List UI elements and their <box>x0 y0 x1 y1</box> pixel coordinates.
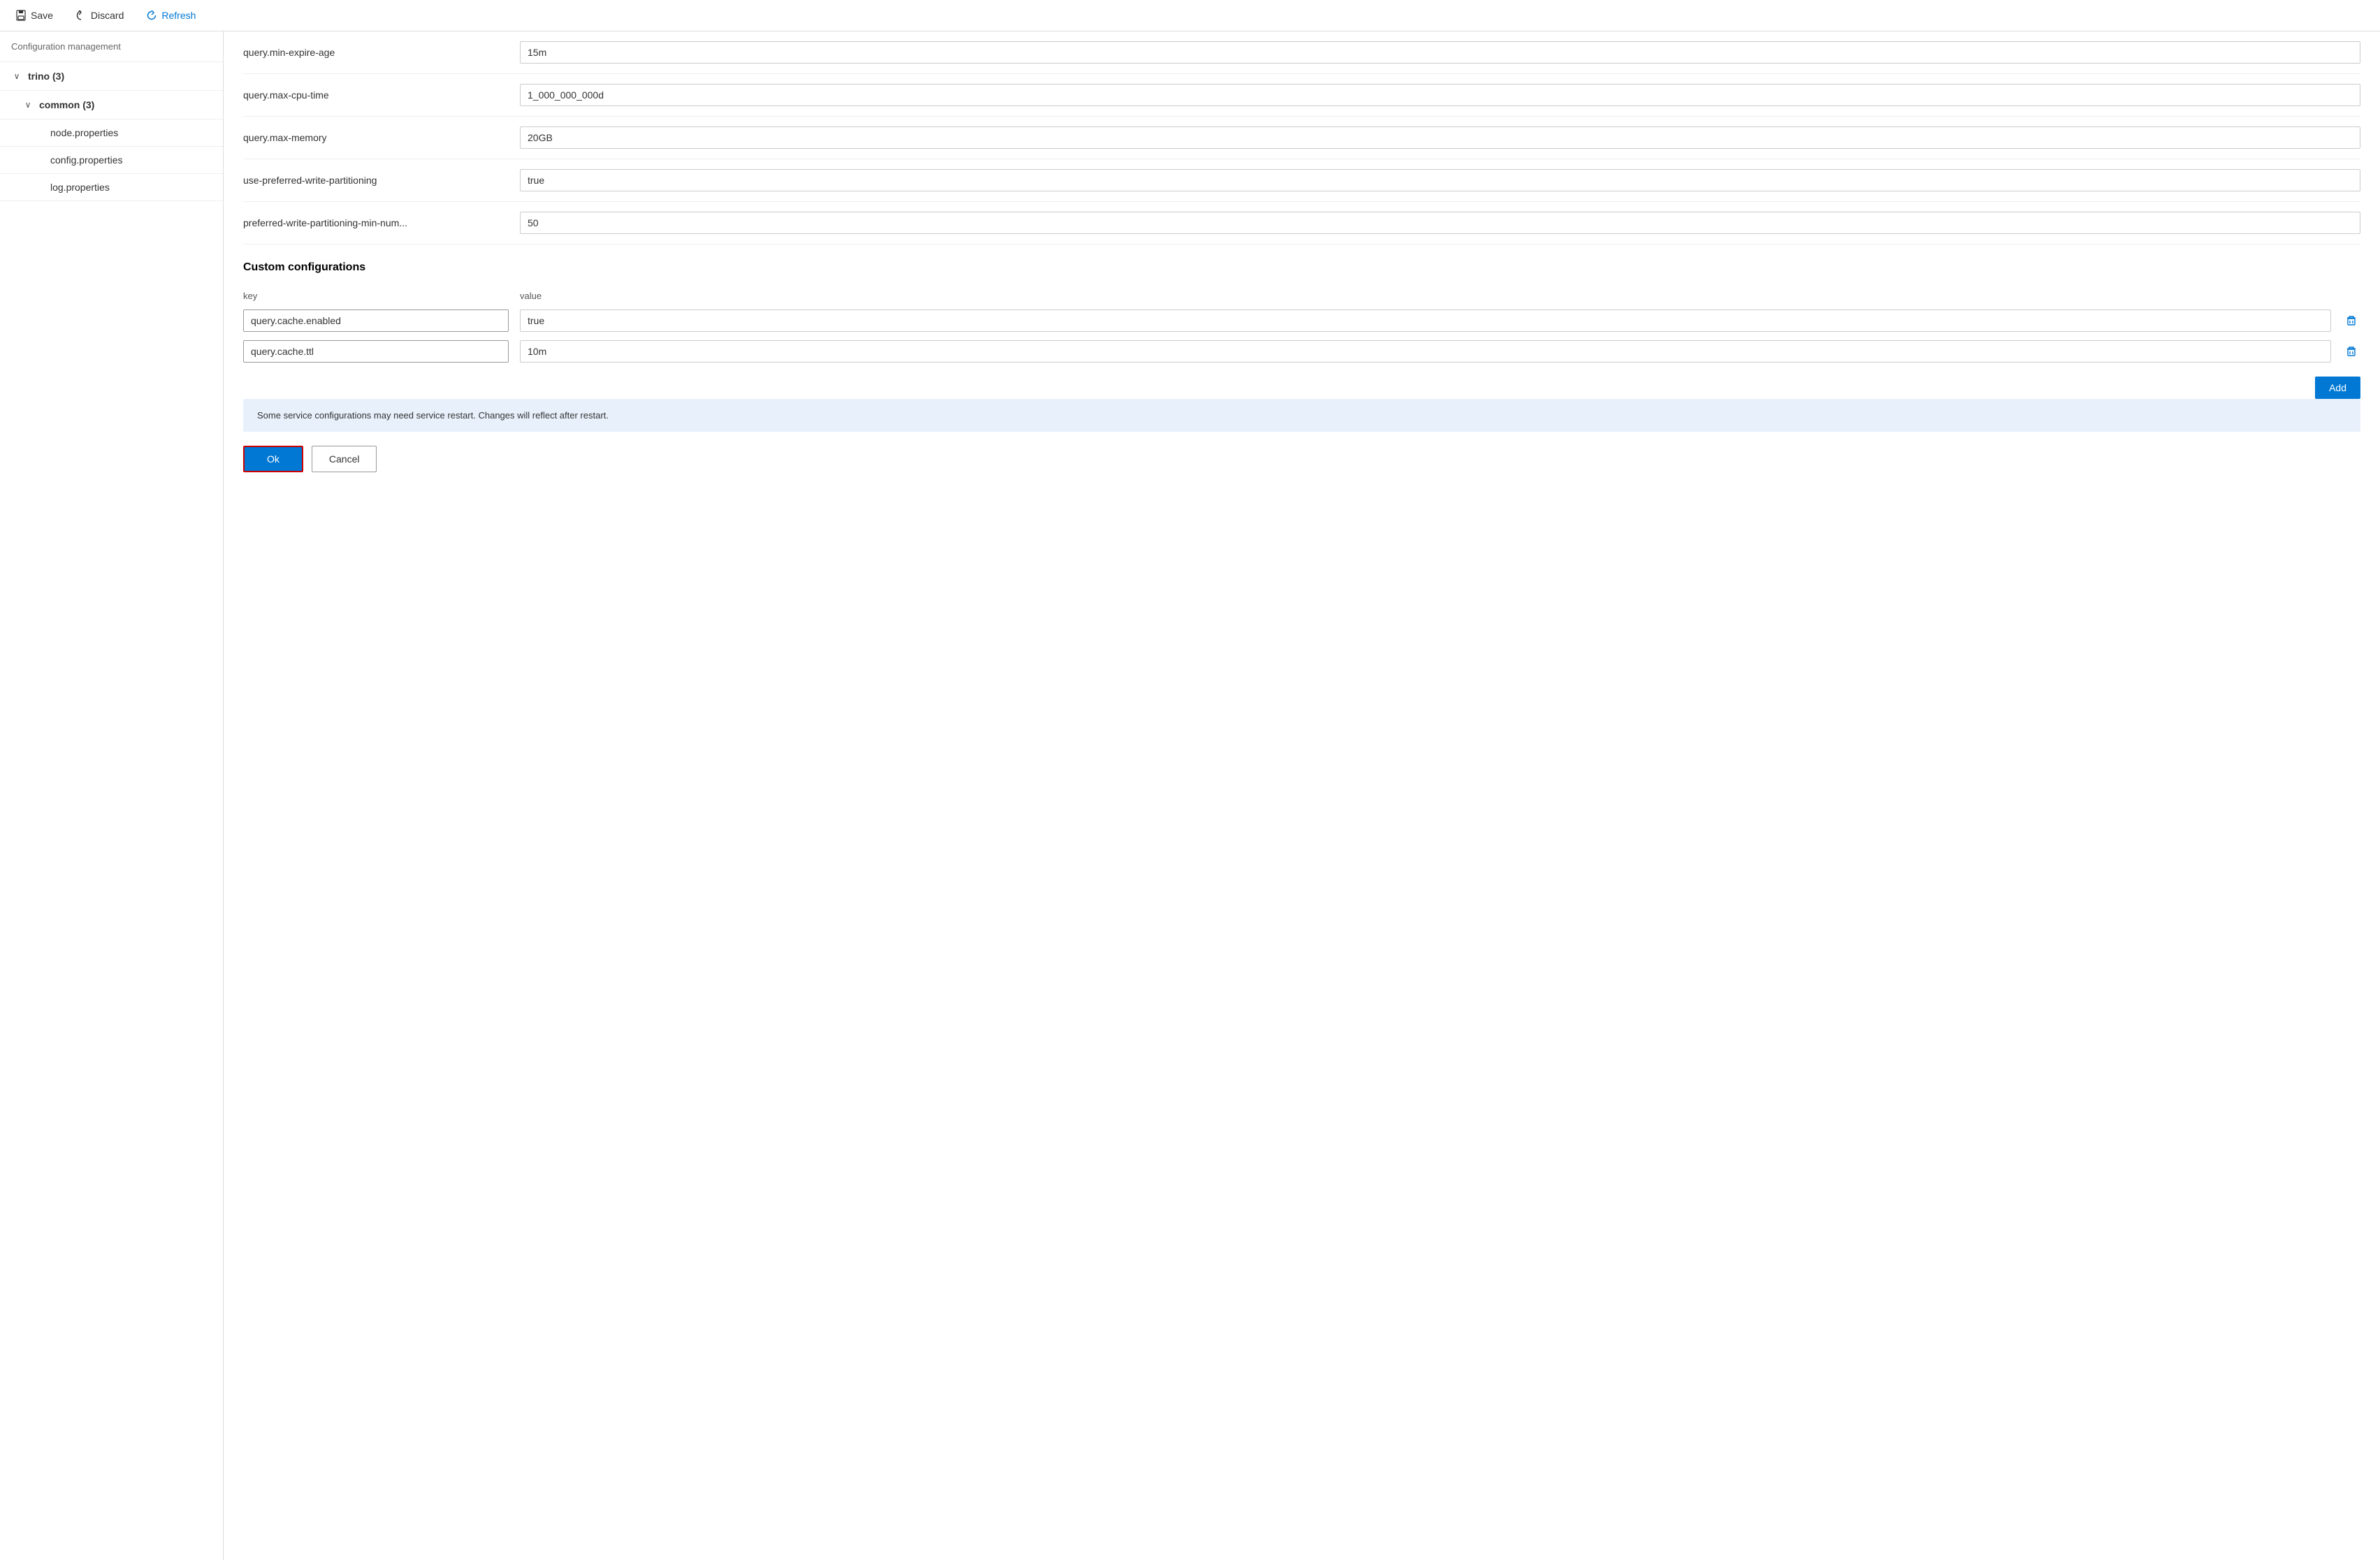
notice-box: Some service configurations may need ser… <box>243 399 2360 432</box>
save-button[interactable]: Save <box>11 7 57 24</box>
add-button[interactable]: Add <box>2315 377 2360 399</box>
col-value-header: value <box>520 291 2360 301</box>
action-buttons: Ok Cancel <box>243 446 2360 472</box>
custom-config-row <box>243 309 2360 332</box>
config-row: use-preferred-write-partitioning <box>243 159 2360 202</box>
sidebar-item-common-label: common (3) <box>39 99 94 110</box>
config-label: use-preferred-write-partitioning <box>243 175 509 186</box>
config-row: query.max-cpu-time <box>243 74 2360 117</box>
sidebar-item-trino-label: trino (3) <box>28 71 64 82</box>
discard-button[interactable]: Discard <box>71 7 128 24</box>
config-label: preferred-write-partitioning-min-num... <box>243 217 509 228</box>
custom-config-row <box>243 340 2360 363</box>
config-label: query.max-cpu-time <box>243 89 509 101</box>
log-properties-label: log.properties <box>50 182 110 193</box>
custom-config-section: key value <box>243 285 2360 363</box>
config-input[interactable] <box>520 41 2360 64</box>
custom-section-heading: Custom configurations <box>243 245 2360 285</box>
sidebar-item-node-properties[interactable]: node.properties <box>0 119 223 147</box>
sidebar-title: Configuration management <box>0 31 223 62</box>
config-input[interactable] <box>520 84 2360 106</box>
main-layout: Configuration management ∨ trino (3) ∨ c… <box>0 31 2380 1560</box>
config-properties-label: config.properties <box>50 154 123 166</box>
config-row: query.max-memory <box>243 117 2360 159</box>
custom-key-input[interactable] <box>243 340 509 363</box>
config-rows: query.min-expire-age query.max-cpu-time … <box>243 31 2360 245</box>
right-panel: query.min-expire-age query.max-cpu-time … <box>224 31 2380 1560</box>
discard-icon <box>75 10 87 21</box>
custom-config-header: key value <box>243 285 2360 309</box>
config-row: query.min-expire-age <box>243 31 2360 74</box>
refresh-label: Refresh <box>161 10 196 21</box>
config-input[interactable] <box>520 212 2360 234</box>
cancel-button[interactable]: Cancel <box>312 446 377 472</box>
config-label: query.max-memory <box>243 132 509 143</box>
save-label: Save <box>31 10 53 21</box>
chevron-common-icon: ∨ <box>22 100 34 110</box>
save-icon <box>15 10 27 21</box>
custom-rows <box>243 309 2360 363</box>
ok-button[interactable]: Ok <box>243 446 303 472</box>
delete-row-button[interactable] <box>2342 342 2360 360</box>
config-input[interactable] <box>520 126 2360 149</box>
node-properties-label: node.properties <box>50 127 118 138</box>
custom-value-input[interactable] <box>520 340 2331 363</box>
trash-icon <box>2345 345 2358 358</box>
custom-key-input[interactable] <box>243 309 509 332</box>
config-row: preferred-write-partitioning-min-num... <box>243 202 2360 245</box>
sidebar-item-trino[interactable]: ∨ trino (3) <box>0 62 223 91</box>
sidebar-item-config-properties[interactable]: config.properties <box>0 147 223 174</box>
notice-text: Some service configurations may need ser… <box>257 410 609 421</box>
custom-value-input[interactable] <box>520 309 2331 332</box>
delete-row-button[interactable] <box>2342 312 2360 330</box>
sidebar-item-common[interactable]: ∨ common (3) <box>0 91 223 119</box>
discard-label: Discard <box>91 10 124 21</box>
config-input[interactable] <box>520 169 2360 191</box>
col-key-header: key <box>243 291 509 301</box>
sidebar: Configuration management ∨ trino (3) ∨ c… <box>0 31 224 1560</box>
refresh-icon <box>146 10 157 21</box>
config-label: query.min-expire-age <box>243 47 509 58</box>
chevron-trino-icon: ∨ <box>11 71 22 81</box>
trash-icon <box>2345 314 2358 327</box>
toolbar: Save Discard Refresh <box>0 0 2380 31</box>
sidebar-item-log-properties[interactable]: log.properties <box>0 174 223 201</box>
refresh-button[interactable]: Refresh <box>142 7 200 24</box>
